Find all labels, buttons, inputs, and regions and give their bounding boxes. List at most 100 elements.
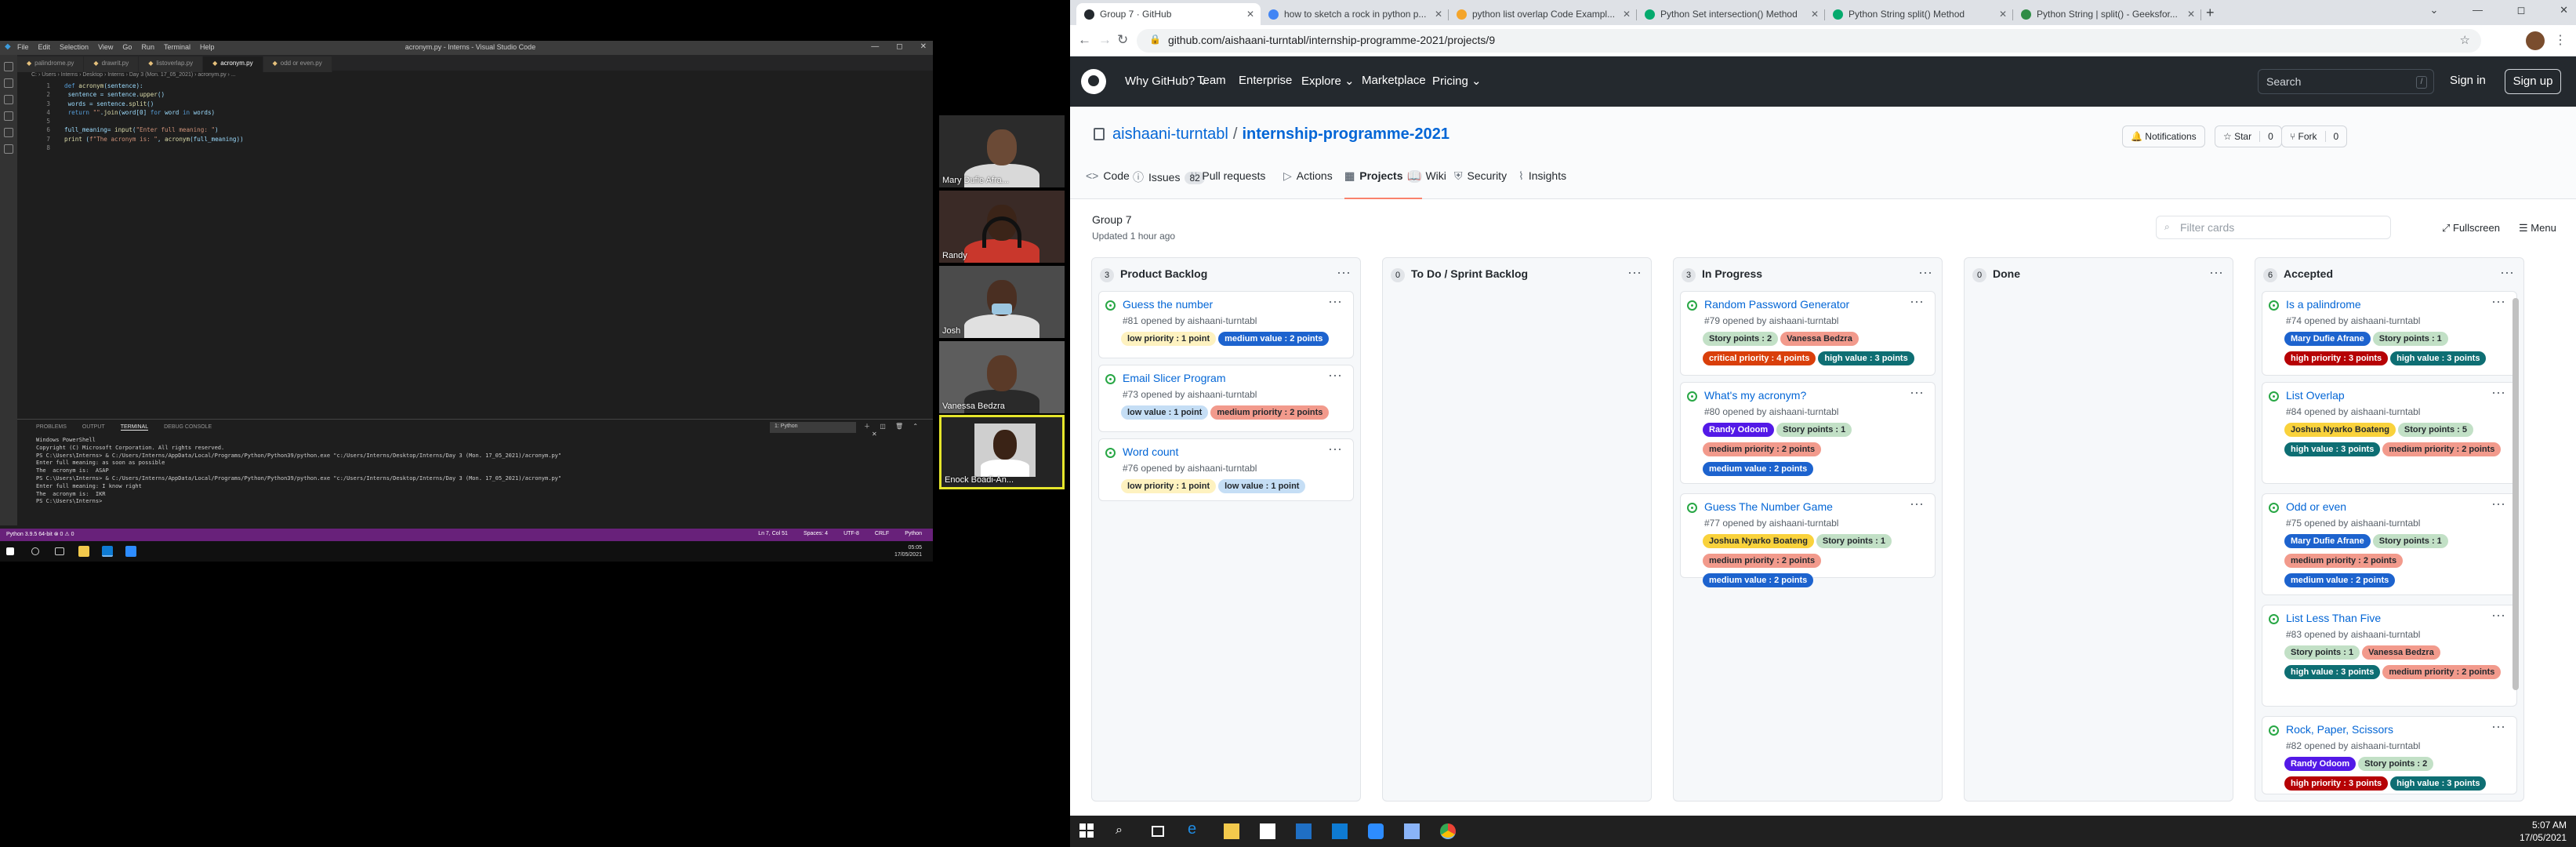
chrome-icon[interactable] <box>1440 823 1456 839</box>
new-tab-button[interactable]: + <box>2206 5 2215 21</box>
minimize-icon[interactable]: — <box>871 42 879 51</box>
code-editor[interactable]: 1 def acronym(sentence): 2 sentence = sent… <box>31 82 925 152</box>
task-view-icon[interactable] <box>1152 826 1164 837</box>
issue-label[interactable]: medium value : 2 points <box>1703 573 1814 587</box>
vscode-icon[interactable] <box>1332 823 1348 839</box>
card-menu-icon[interactable]: ··· <box>2491 496 2505 512</box>
issue-label[interactable]: Story points : 5 <box>2397 423 2473 437</box>
browser-tab[interactable]: python list overlap Code Exampl... ✕ <box>1449 3 1637 25</box>
participant-tile[interactable]: Vanessa Bedzra <box>939 341 1065 413</box>
menu-item[interactable]: Run <box>141 43 154 51</box>
issue-label[interactable]: Randy Odoom <box>1703 423 1775 437</box>
close-icon[interactable]: ✕ <box>2560 4 2568 16</box>
issue-card[interactable]: List Overlap #84 opened by aishaani-turnt… <box>2262 382 2517 484</box>
browser-tab[interactable]: Group 7 · GitHub ✕ <box>1076 3 1261 25</box>
close-tab-icon[interactable]: ✕ <box>1811 9 1819 20</box>
issue-label[interactable]: Story points : 1 <box>2284 645 2360 660</box>
issue-title-link[interactable]: Word count <box>1123 445 1178 458</box>
menu-item[interactable]: View <box>98 43 113 51</box>
column-menu-icon[interactable]: ··· <box>2209 264 2223 281</box>
windows-start-icon[interactable] <box>1079 823 1095 839</box>
panel-tab[interactable]: OUTPUT <box>82 424 105 430</box>
filter-cards-input[interactable]: ⌕ Filter cards <box>2156 216 2391 239</box>
issue-label[interactable]: Randy Odoom <box>2284 757 2356 771</box>
browser-tab[interactable]: Python Set intersection() Method ✕ <box>1637 3 1825 25</box>
fork-button[interactable]: ⑂ Fork 0 <box>2281 125 2348 147</box>
menu-item[interactable]: Terminal <box>164 43 190 51</box>
issue-label[interactable]: low priority : 1 point <box>1121 332 1217 346</box>
issue-label[interactable]: Story points : 1 <box>1776 423 1852 437</box>
participant-tile[interactable]: Josh <box>939 266 1065 338</box>
status-left[interactable]: Python 3.9.5 64-bit ⊗ 0 ⚠ 0 <box>6 532 74 537</box>
issue-title-link[interactable]: Is a palindrome <box>2286 298 2361 311</box>
issue-label[interactable]: medium priority : 2 points <box>1703 554 1822 568</box>
card-menu-icon[interactable]: ··· <box>1328 293 1342 310</box>
card-menu-icon[interactable]: ··· <box>1910 496 1924 512</box>
issue-label[interactable]: medium priority : 2 points <box>2284 554 2404 568</box>
search-icon[interactable] <box>31 547 39 555</box>
issue-label[interactable]: medium priority : 2 points <box>2382 442 2502 456</box>
close-tab-icon[interactable]: ✕ <box>1999 9 2007 20</box>
menu-item[interactable]: Selection <box>60 43 89 51</box>
python-idle-icon[interactable] <box>1404 823 1420 839</box>
status-item[interactable]: Python <box>905 531 922 536</box>
card-menu-icon[interactable]: ··· <box>1328 367 1342 384</box>
tab-insights[interactable]: ⌇ Insights <box>1518 169 1566 199</box>
card-menu-icon[interactable]: ··· <box>1910 384 1924 401</box>
file-explorer-icon[interactable] <box>1224 823 1239 839</box>
editor-tab[interactable]: ◆ palindrome.py <box>17 56 85 72</box>
card-menu-icon[interactable]: ··· <box>2491 384 2505 401</box>
trash-icon[interactable]: 🗑 <box>895 423 903 430</box>
lock-icon[interactable]: 🔒 <box>1149 34 1161 45</box>
tab-actions[interactable]: ▷ Actions <box>1283 169 1333 199</box>
address-bar[interactable]: 🔒 github.com/aishaani-turntabl/internshi… <box>1137 29 2481 53</box>
issue-label[interactable]: medium value : 2 points <box>1703 462 1814 476</box>
panel-tab[interactable]: PROBLEMS <box>36 424 67 430</box>
search-icon[interactable] <box>4 78 13 88</box>
card-menu-icon[interactable]: ··· <box>2491 293 2505 310</box>
issue-card[interactable]: Word count #76 opened by aishaani-turntab… <box>1098 438 1354 501</box>
github-nav-item[interactable]: Enterprise <box>1239 74 1292 87</box>
issue-label[interactable]: medium value : 2 points <box>2284 573 2396 587</box>
tab-wiki[interactable]: 📖 Wiki <box>1407 169 1446 199</box>
minimize-icon[interactable]: — <box>2473 4 2483 16</box>
card-menu-icon[interactable]: ··· <box>2491 718 2505 735</box>
issue-card[interactable]: Random Password Generator #79 opened by a… <box>1680 291 1936 376</box>
issue-label[interactable]: Joshua Nyarko Boateng <box>2284 423 2396 437</box>
status-item[interactable]: Spaces: 4 <box>804 531 828 536</box>
add-terminal-icon[interactable]: ＋ <box>864 423 870 430</box>
issue-title-link[interactable]: What's my acronym? <box>1704 389 1806 402</box>
extensions-icon[interactable] <box>4 128 13 137</box>
issue-label[interactable]: medium value : 2 points <box>1218 332 1330 346</box>
issue-label[interactable]: low value : 1 point <box>1218 479 1306 493</box>
editor-tab[interactable]: ◆ acronym.py <box>203 56 263 72</box>
issue-label[interactable]: Mary Dufie Afrane <box>2284 534 2371 548</box>
github-nav-item[interactable]: Pricing ⌄ <box>1432 74 1482 88</box>
task-view-icon[interactable] <box>55 547 64 555</box>
card-menu-icon[interactable]: ··· <box>2491 607 2505 623</box>
panel-tab[interactable]: TERMINAL <box>120 424 149 431</box>
editor-tab[interactable]: ◆ listoverlap.py <box>139 56 204 72</box>
issue-title-link[interactable]: Email Slicer Program <box>1123 372 1225 384</box>
card-menu-icon[interactable]: ··· <box>1328 441 1342 457</box>
close-icon[interactable]: ✕ <box>920 42 927 51</box>
github-nav-item[interactable]: Team <box>1197 74 1226 87</box>
fullscreen-button[interactable]: ⤢ Fullscreen <box>2442 222 2500 234</box>
issue-label[interactable]: high priority : 3 points <box>2284 776 2389 791</box>
status-item[interactable]: UTF-8 <box>844 531 859 536</box>
more-menu-icon[interactable]: ⋮ <box>2554 32 2567 48</box>
close-tab-icon[interactable]: ✕ <box>2187 9 2195 20</box>
edge-icon[interactable]: e <box>1188 820 1203 838</box>
close-tab-icon[interactable]: ✕ <box>1435 9 1442 20</box>
issue-title-link[interactable]: Random Password Generator <box>1704 298 1849 311</box>
store-icon[interactable] <box>1260 823 1275 839</box>
zoom-icon[interactable] <box>1368 823 1384 839</box>
profile-avatar[interactable] <box>2526 31 2545 50</box>
issue-label[interactable]: critical priority : 4 points <box>1703 351 1816 365</box>
star-button[interactable]: ☆ Star 0 <box>2215 125 2282 147</box>
issue-label[interactable]: Story points : 1 <box>2372 332 2448 346</box>
issue-label[interactable]: high value : 3 points <box>2284 442 2381 456</box>
issue-title-link[interactable]: Guess the number <box>1123 298 1213 311</box>
issue-card[interactable]: What's my acronym? #80 opened by aishaani… <box>1680 382 1936 484</box>
participant-tile-active-speaker[interactable]: Enock Boadi-An... <box>939 415 1065 489</box>
